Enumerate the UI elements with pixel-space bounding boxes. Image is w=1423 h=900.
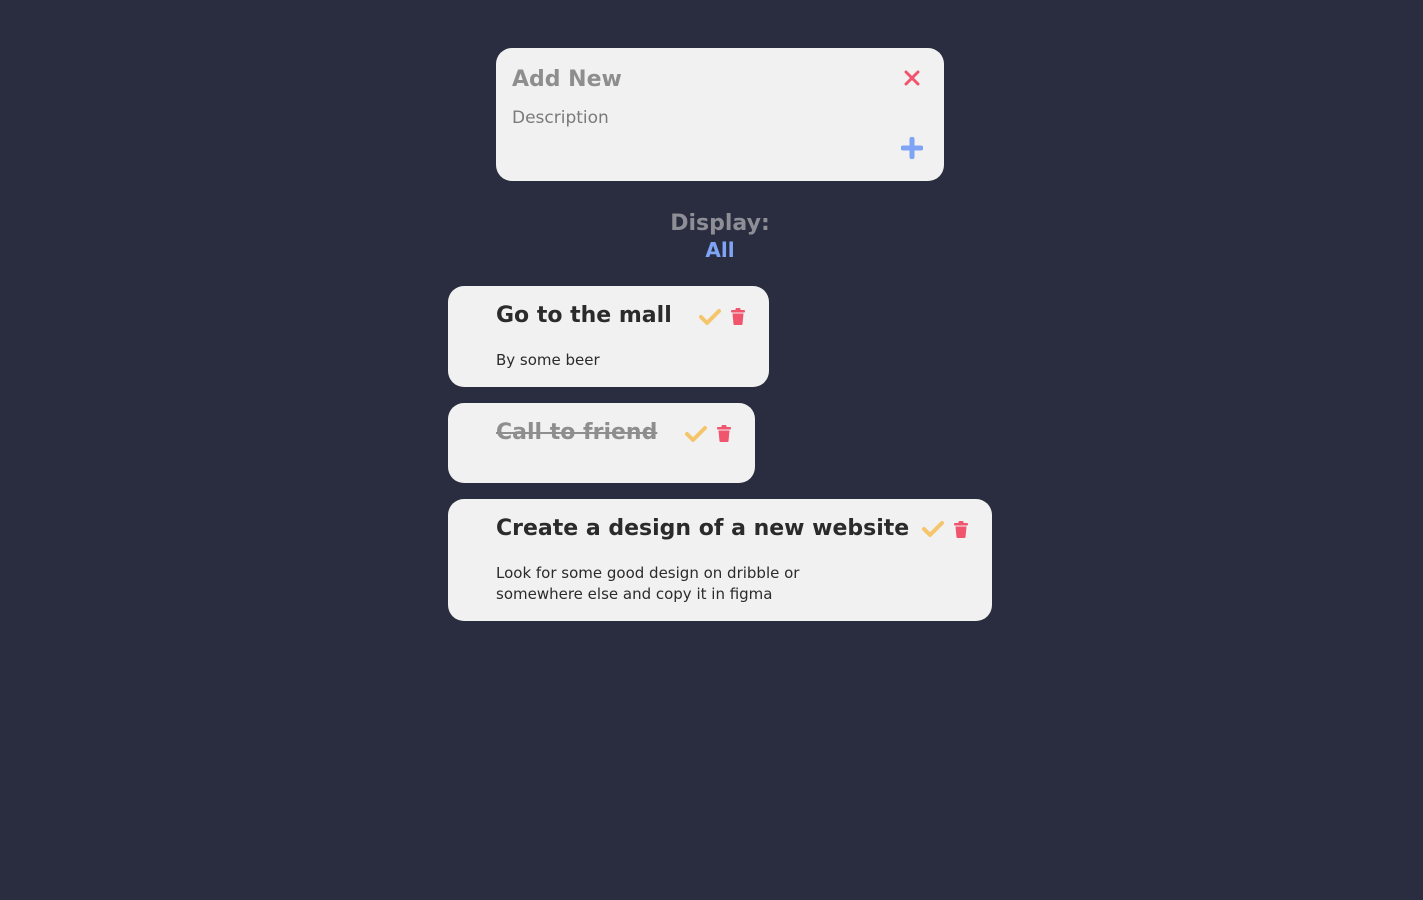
todo-title: Call to friend bbox=[496, 420, 658, 445]
todo-app: Display: All Go to the mall By some beer… bbox=[0, 0, 1423, 900]
check-icon bbox=[685, 426, 707, 442]
complete-button[interactable] bbox=[698, 306, 722, 328]
delete-button[interactable] bbox=[952, 519, 970, 539]
trash-icon bbox=[731, 307, 745, 325]
trash-icon bbox=[717, 424, 731, 442]
delete-button[interactable] bbox=[715, 423, 733, 443]
todo-title: Create a design of a new website bbox=[496, 516, 910, 541]
todo-card: Go to the mall By some beer bbox=[448, 286, 769, 387]
display-filter-label: Display: bbox=[670, 211, 770, 236]
todo-title: Go to the mall bbox=[496, 303, 672, 328]
check-icon bbox=[922, 521, 944, 537]
close-icon bbox=[904, 70, 920, 86]
todo-description: Look for some good design on dribble or … bbox=[496, 564, 800, 603]
todo-card: Call to friend bbox=[448, 403, 755, 483]
complete-button[interactable] bbox=[921, 518, 945, 540]
add-task-button[interactable] bbox=[899, 135, 925, 161]
new-task-description-input[interactable] bbox=[512, 108, 872, 128]
plus-icon bbox=[901, 137, 923, 159]
todo-description: By some beer bbox=[496, 351, 600, 369]
add-task-card bbox=[496, 48, 944, 181]
check-icon bbox=[699, 309, 721, 325]
todo-card: Create a design of a new website Look fo… bbox=[448, 499, 992, 621]
complete-button[interactable] bbox=[684, 423, 708, 445]
delete-button[interactable] bbox=[729, 306, 747, 326]
new-task-title-input[interactable] bbox=[512, 67, 872, 92]
close-button[interactable] bbox=[900, 66, 924, 90]
display-filter-value[interactable]: All bbox=[620, 238, 820, 262]
trash-icon bbox=[954, 520, 968, 538]
display-filter: Display: All bbox=[620, 210, 820, 262]
